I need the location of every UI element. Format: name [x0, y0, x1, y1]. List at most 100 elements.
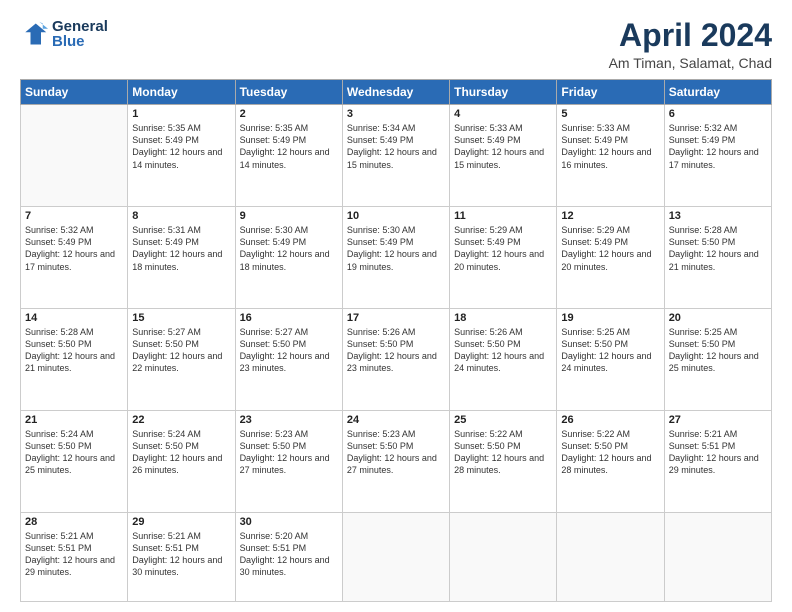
calendar-cell — [342, 512, 449, 601]
weekday-header-saturday: Saturday — [664, 80, 771, 105]
day-number: 16 — [240, 312, 338, 324]
day-number: 8 — [132, 210, 230, 222]
page: General Blue April 2024 Am Timan, Salama… — [0, 0, 792, 612]
day-info: Sunrise: 5:35 AM Sunset: 5:49 PM Dayligh… — [240, 122, 338, 171]
day-info: Sunrise: 5:20 AM Sunset: 5:51 PM Dayligh… — [240, 530, 338, 579]
day-info: Sunrise: 5:21 AM Sunset: 5:51 PM Dayligh… — [132, 530, 230, 579]
calendar-cell: 3Sunrise: 5:34 AM Sunset: 5:49 PM Daylig… — [342, 105, 449, 207]
calendar-cell — [557, 512, 664, 601]
day-info: Sunrise: 5:24 AM Sunset: 5:50 PM Dayligh… — [132, 428, 230, 477]
calendar-cell: 8 Sunrise: 5:31 AM Sunset: 5:49 PM Daylig… — [128, 207, 235, 309]
calendar-cell: 29 Sunrise: 5:21 AM Sunset: 5:51 PM Dayli… — [128, 512, 235, 601]
header: General Blue April 2024 Am Timan, Salama… — [20, 18, 772, 71]
day-number: 24 — [347, 414, 445, 426]
day-number: 1 — [132, 108, 230, 120]
weekday-header-monday: Monday — [128, 80, 235, 105]
day-number: 18 — [454, 312, 552, 324]
day-info: Sunrise: 5:28 AM Sunset: 5:50 PM Dayligh… — [669, 224, 767, 273]
calendar-cell: 1 Sunrise: 5:35 AM Sunset: 5:49 PM Daylig… — [128, 105, 235, 207]
calendar-cell: 25 Sunrise: 5:22 AM Sunset: 5:50 PM Dayli… — [450, 410, 557, 512]
calendar-cell: 26 Sunrise: 5:22 AM Sunset: 5:50 PM Dayli… — [557, 410, 664, 512]
day-number: 30 — [240, 516, 338, 528]
week-row-3: 14 Sunrise: 5:28 AM Sunset: 5:50 PM Dayli… — [21, 309, 772, 411]
day-number: 2 — [240, 108, 338, 120]
calendar-cell: 30 Sunrise: 5:20 AM Sunset: 5:51 PM Dayli… — [235, 512, 342, 601]
day-info: Sunrise: 5:26 AM Sunset: 5:50 PM Dayligh… — [347, 326, 445, 375]
day-number: 14 — [25, 312, 123, 324]
calendar-cell: 4 Sunrise: 5:33 AM Sunset: 5:49 PM Daylig… — [450, 105, 557, 207]
calendar-cell: 23 Sunrise: 5:23 AM Sunset: 5:50 PM Dayli… — [235, 410, 342, 512]
day-number: 25 — [454, 414, 552, 426]
calendar-cell — [664, 512, 771, 601]
day-number: 11 — [454, 210, 552, 222]
day-number: 15 — [132, 312, 230, 324]
calendar-cell: 7 Sunrise: 5:32 AM Sunset: 5:49 PM Daylig… — [21, 207, 128, 309]
logo-text: General Blue — [52, 18, 108, 50]
week-row-1: 1 Sunrise: 5:35 AM Sunset: 5:49 PM Daylig… — [21, 105, 772, 207]
day-number: 23 — [240, 414, 338, 426]
day-number: 20 — [669, 312, 767, 324]
day-number: 21 — [25, 414, 123, 426]
day-number: 27 — [669, 414, 767, 426]
calendar-cell: 9Sunrise: 5:30 AM Sunset: 5:49 PM Daylig… — [235, 207, 342, 309]
day-info: Sunrise: 5:30 AM Sunset: 5:49 PM Dayligh… — [347, 224, 445, 273]
day-info: Sunrise: 5:32 AM Sunset: 5:49 PM Dayligh… — [669, 122, 767, 171]
day-number: 19 — [561, 312, 659, 324]
week-row-5: 28 Sunrise: 5:21 AM Sunset: 5:51 PM Dayli… — [21, 512, 772, 601]
day-number: 22 — [132, 414, 230, 426]
day-info: Sunrise: 5:27 AM Sunset: 5:50 PM Dayligh… — [240, 326, 338, 375]
calendar-cell: 15Sunrise: 5:27 AM Sunset: 5:50 PM Dayli… — [128, 309, 235, 411]
weekday-header-row: SundayMondayTuesdayWednesdayThursdayFrid… — [21, 80, 772, 105]
calendar-cell: 13 Sunrise: 5:28 AM Sunset: 5:50 PM Dayli… — [664, 207, 771, 309]
calendar-cell: 14 Sunrise: 5:28 AM Sunset: 5:50 PM Dayli… — [21, 309, 128, 411]
calendar-cell: 17 Sunrise: 5:26 AM Sunset: 5:50 PM Dayli… — [342, 309, 449, 411]
calendar-cell: 2 Sunrise: 5:35 AM Sunset: 5:49 PM Daylig… — [235, 105, 342, 207]
day-number: 17 — [347, 312, 445, 324]
calendar-cell: 6Sunrise: 5:32 AM Sunset: 5:49 PM Daylig… — [664, 105, 771, 207]
day-number: 7 — [25, 210, 123, 222]
calendar-cell: 19Sunrise: 5:25 AM Sunset: 5:50 PM Dayli… — [557, 309, 664, 411]
main-title: April 2024 — [609, 18, 772, 53]
calendar-cell — [450, 512, 557, 601]
weekday-header-wednesday: Wednesday — [342, 80, 449, 105]
calendar-cell: 10 Sunrise: 5:30 AM Sunset: 5:49 PM Dayli… — [342, 207, 449, 309]
calendar-cell: 27 Sunrise: 5:21 AM Sunset: 5:51 PM Dayli… — [664, 410, 771, 512]
day-number: 5 — [561, 108, 659, 120]
day-info: Sunrise: 5:21 AM Sunset: 5:51 PM Dayligh… — [25, 530, 123, 579]
day-info: Sunrise: 5:25 AM Sunset: 5:50 PM Dayligh… — [669, 326, 767, 375]
day-number: 3 — [347, 108, 445, 120]
day-info: Sunrise: 5:31 AM Sunset: 5:49 PM Dayligh… — [132, 224, 230, 273]
day-info: Sunrise: 5:32 AM Sunset: 5:49 PM Dayligh… — [25, 224, 123, 273]
weekday-header-sunday: Sunday — [21, 80, 128, 105]
day-info: Sunrise: 5:28 AM Sunset: 5:50 PM Dayligh… — [25, 326, 123, 375]
subtitle: Am Timan, Salamat, Chad — [609, 55, 772, 71]
calendar-cell: 28 Sunrise: 5:21 AM Sunset: 5:51 PM Dayli… — [21, 512, 128, 601]
calendar-cell: 21Sunrise: 5:24 AM Sunset: 5:50 PM Dayli… — [21, 410, 128, 512]
day-number: 4 — [454, 108, 552, 120]
day-info: Sunrise: 5:35 AM Sunset: 5:49 PM Dayligh… — [132, 122, 230, 171]
calendar-cell: 11 Sunrise: 5:29 AM Sunset: 5:49 PM Dayli… — [450, 207, 557, 309]
day-info: Sunrise: 5:30 AM Sunset: 5:49 PM Dayligh… — [240, 224, 338, 273]
day-info: Sunrise: 5:23 AM Sunset: 5:50 PM Dayligh… — [347, 428, 445, 477]
day-info: Sunrise: 5:22 AM Sunset: 5:50 PM Dayligh… — [561, 428, 659, 477]
day-number: 13 — [669, 210, 767, 222]
calendar-cell: 18 Sunrise: 5:26 AM Sunset: 5:50 PM Dayli… — [450, 309, 557, 411]
calendar-cell: 24 Sunrise: 5:23 AM Sunset: 5:50 PM Dayli… — [342, 410, 449, 512]
day-info: Sunrise: 5:33 AM Sunset: 5:49 PM Dayligh… — [454, 122, 552, 171]
day-number: 29 — [132, 516, 230, 528]
day-info: Sunrise: 5:26 AM Sunset: 5:50 PM Dayligh… — [454, 326, 552, 375]
day-number: 12 — [561, 210, 659, 222]
day-info: Sunrise: 5:33 AM Sunset: 5:49 PM Dayligh… — [561, 122, 659, 171]
day-info: Sunrise: 5:29 AM Sunset: 5:49 PM Dayligh… — [454, 224, 552, 273]
calendar-cell: 12Sunrise: 5:29 AM Sunset: 5:49 PM Dayli… — [557, 207, 664, 309]
day-number: 28 — [25, 516, 123, 528]
day-info: Sunrise: 5:22 AM Sunset: 5:50 PM Dayligh… — [454, 428, 552, 477]
logo: General Blue — [20, 18, 108, 50]
day-number: 26 — [561, 414, 659, 426]
day-number: 10 — [347, 210, 445, 222]
weekday-header-thursday: Thursday — [450, 80, 557, 105]
day-info: Sunrise: 5:21 AM Sunset: 5:51 PM Dayligh… — [669, 428, 767, 477]
calendar-cell — [21, 105, 128, 207]
calendar-cell: 5 Sunrise: 5:33 AM Sunset: 5:49 PM Daylig… — [557, 105, 664, 207]
day-info: Sunrise: 5:23 AM Sunset: 5:50 PM Dayligh… — [240, 428, 338, 477]
